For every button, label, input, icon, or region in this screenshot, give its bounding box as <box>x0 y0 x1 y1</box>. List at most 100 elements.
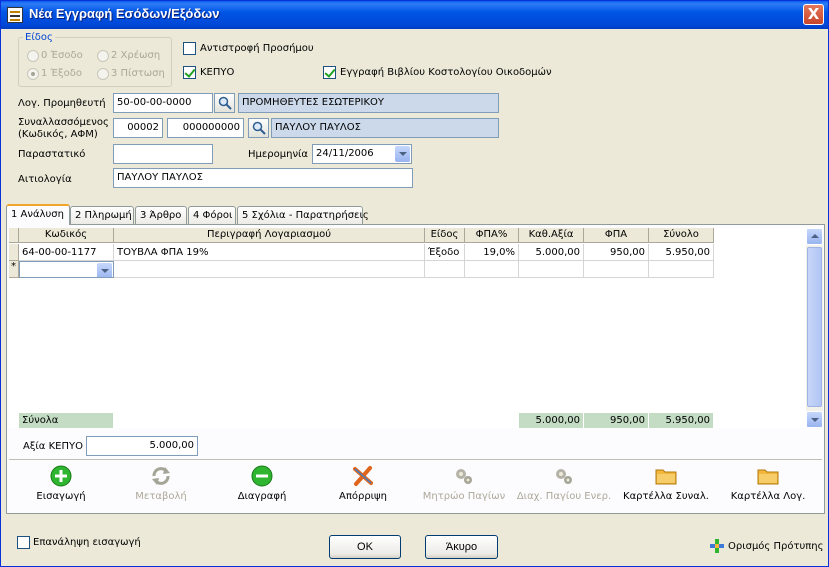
party-label-line1: Συναλλασσόμενος <box>18 117 109 128</box>
cost-book-label: Εγγραφή Βιβλίου Κοστολογίου Οικοδομών <box>340 67 552 78</box>
cell-vat-pct[interactable]: 19,0% <box>465 244 519 261</box>
scroll-up-icon[interactable] <box>806 228 823 245</box>
window-title: Νέα Εγγραφή Εσόδων/Εξόδων <box>29 6 220 21</box>
col-header-vat-pct[interactable]: ΦΠΑ% <box>465 228 519 243</box>
new-row-code-combo[interactable] <box>19 261 114 278</box>
new-row-net[interactable] <box>519 261 584 278</box>
row-header[interactable] <box>9 244 19 261</box>
date-picker[interactable]: 24/11/2006 <box>312 144 412 164</box>
cancel-button[interactable]: Άκυρο <box>425 535 498 559</box>
kepyo-label: ΚΕΠΥΟ <box>200 67 235 78</box>
tab-taxes[interactable]: 4 Φόροι <box>188 206 236 224</box>
supplier-search-button[interactable] <box>214 93 235 113</box>
date-value: 24/11/2006 <box>316 148 374 159</box>
date-label: Ημερομηνία <box>248 149 309 160</box>
new-row-description[interactable] <box>114 261 425 278</box>
new-row-type[interactable] <box>425 261 465 278</box>
delete-button[interactable]: Διαγραφή <box>224 463 300 511</box>
party-card-button[interactable]: Καρτέλλα Συναλ. <box>621 463 711 511</box>
folder-icon <box>655 469 677 485</box>
party-search-button[interactable] <box>248 118 269 138</box>
close-button[interactable]: X <box>803 4 824 25</box>
radio-credit-label: 3 Πίστωση <box>111 68 165 79</box>
define-template-label: Ορισμός Πρότυπης <box>728 541 824 552</box>
totals-label: Σύνολα <box>19 413 114 428</box>
cell-total[interactable]: 5.950,00 <box>649 244 714 261</box>
document-label: Παραστατικό <box>18 149 86 160</box>
reason-input[interactable]: ΠΑΥΛΟΥ ΠΑΥΛΟΣ <box>113 168 413 188</box>
col-header-description[interactable]: Περιγραφή Λογαριασμού <box>114 228 425 243</box>
insert-label: Εισαγωγή <box>36 491 86 502</box>
reverse-sign-checkbox[interactable] <box>183 42 196 55</box>
new-row-vat-pct[interactable] <box>465 261 519 278</box>
radio-credit[interactable] <box>97 68 109 80</box>
new-row-vat[interactable] <box>584 261 649 278</box>
scroll-down-icon[interactable] <box>806 411 823 428</box>
modify-button[interactable]: Μεταβολή <box>123 463 199 511</box>
discard-button[interactable]: Απόρριψη <box>325 463 401 511</box>
totals-net: 5.000,00 <box>519 413 584 428</box>
grid-corner <box>9 228 19 243</box>
grid-vertical-scrollbar[interactable] <box>806 228 823 428</box>
plus-colored-icon <box>710 539 724 553</box>
cost-book-checkbox[interactable] <box>323 66 336 79</box>
document-input[interactable] <box>113 144 213 164</box>
radio-expense[interactable] <box>27 68 39 80</box>
tab-analysis[interactable]: 1 Ανάλυση <box>6 204 70 225</box>
radio-debit[interactable] <box>97 50 109 62</box>
new-row-total[interactable] <box>649 261 714 278</box>
repeat-entry-label: Επανάληψη εισαγωγή <box>33 537 141 548</box>
cell-type[interactable]: Έξοδο <box>425 244 465 261</box>
party-afm-input[interactable]: 000000000 <box>167 118 244 138</box>
chevron-down-icon[interactable] <box>97 263 112 277</box>
cell-code[interactable]: 64-00-00-1177 <box>19 244 114 261</box>
type-groupbox <box>18 37 172 87</box>
col-header-vat[interactable]: ΦΠΑ <box>584 228 649 243</box>
delete-label: Διαγραφή <box>237 491 287 502</box>
totals-vat: 950,00 <box>584 413 649 428</box>
title-bar[interactable]: Νέα Εγγραφή Εσόδων/Εξόδων X <box>1 1 828 29</box>
supplier-code-input[interactable]: 50-00-00-0000 <box>113 93 213 113</box>
ok-button[interactable]: OK <box>329 535 401 559</box>
scroll-thumb[interactable] <box>807 247 822 407</box>
col-header-net[interactable]: Καθ.Αξία <box>519 228 584 243</box>
account-card-button[interactable]: Καρτέλλα Λογ. <box>726 463 810 511</box>
cell-description[interactable]: ΤΟΥΒΛΑ ΦΠΑ 19% <box>114 244 425 261</box>
kepyo-checkbox[interactable] <box>183 66 196 79</box>
radio-expense-label: 1 Έξοδο <box>41 68 82 79</box>
account-card-label: Καρτέλλα Λογ. <box>730 491 806 502</box>
folder-icon <box>757 469 779 485</box>
discard-label: Απόρριψη <box>339 491 387 502</box>
assets-register-button[interactable]: Μητρώο Παγίων <box>419 463 509 511</box>
chevron-down-icon[interactable] <box>395 146 410 162</box>
repeat-entry-checkbox[interactable] <box>17 536 30 549</box>
add-icon <box>50 465 72 487</box>
kepyo-value-input[interactable]: 5.000,00 <box>86 436 198 456</box>
col-header-type[interactable]: Είδος <box>425 228 465 243</box>
asset-manage-button[interactable]: Διαχ. Παγίου Ενερ. <box>515 463 613 511</box>
tab-comments[interactable]: 5 Σχόλια - Παρατηρήσεις <box>237 206 369 224</box>
col-header-total[interactable]: Σύνολο <box>649 228 714 243</box>
party-name-field: ΠΑΥΛΟΥ ΠΑΥΛΟΣ <box>271 118 499 138</box>
insert-button[interactable]: Εισαγωγή <box>23 463 99 511</box>
tab-payment[interactable]: 2 Πληρωμή <box>70 206 134 224</box>
new-row-marker[interactable]: * <box>9 261 19 278</box>
party-code-input[interactable]: 00002 <box>113 118 163 138</box>
refresh-icon <box>152 467 170 485</box>
cell-vat[interactable]: 950,00 <box>584 244 649 261</box>
remove-icon <box>251 465 273 487</box>
search-icon <box>218 96 232 110</box>
cross-icon <box>353 466 373 486</box>
radio-income[interactable] <box>27 50 39 62</box>
dialog-window: Νέα Εγγραφή Εσόδων/Εξόδων X Είδος 0 Έσοδ… <box>0 0 829 567</box>
supplier-name-field: ΠΡΟΜΗΘΕΥΤΕΣ ΕΣΩΤΕΡΙΚΟΥ <box>238 93 499 113</box>
cell-net[interactable]: 5.000,00 <box>519 244 584 261</box>
gears-icon <box>456 469 472 484</box>
col-header-code[interactable]: Κωδικός <box>19 228 114 243</box>
party-card-label: Καρτέλλα Συναλ. <box>623 491 709 502</box>
tab-article[interactable]: 3 Άρθρο <box>135 206 187 224</box>
define-template-button[interactable]: Ορισμός Πρότυπης <box>710 539 824 555</box>
modify-label: Μεταβολή <box>135 491 187 502</box>
supplier-label: Λογ. Προμηθευτή <box>18 98 106 109</box>
gears-icon <box>556 469 572 484</box>
